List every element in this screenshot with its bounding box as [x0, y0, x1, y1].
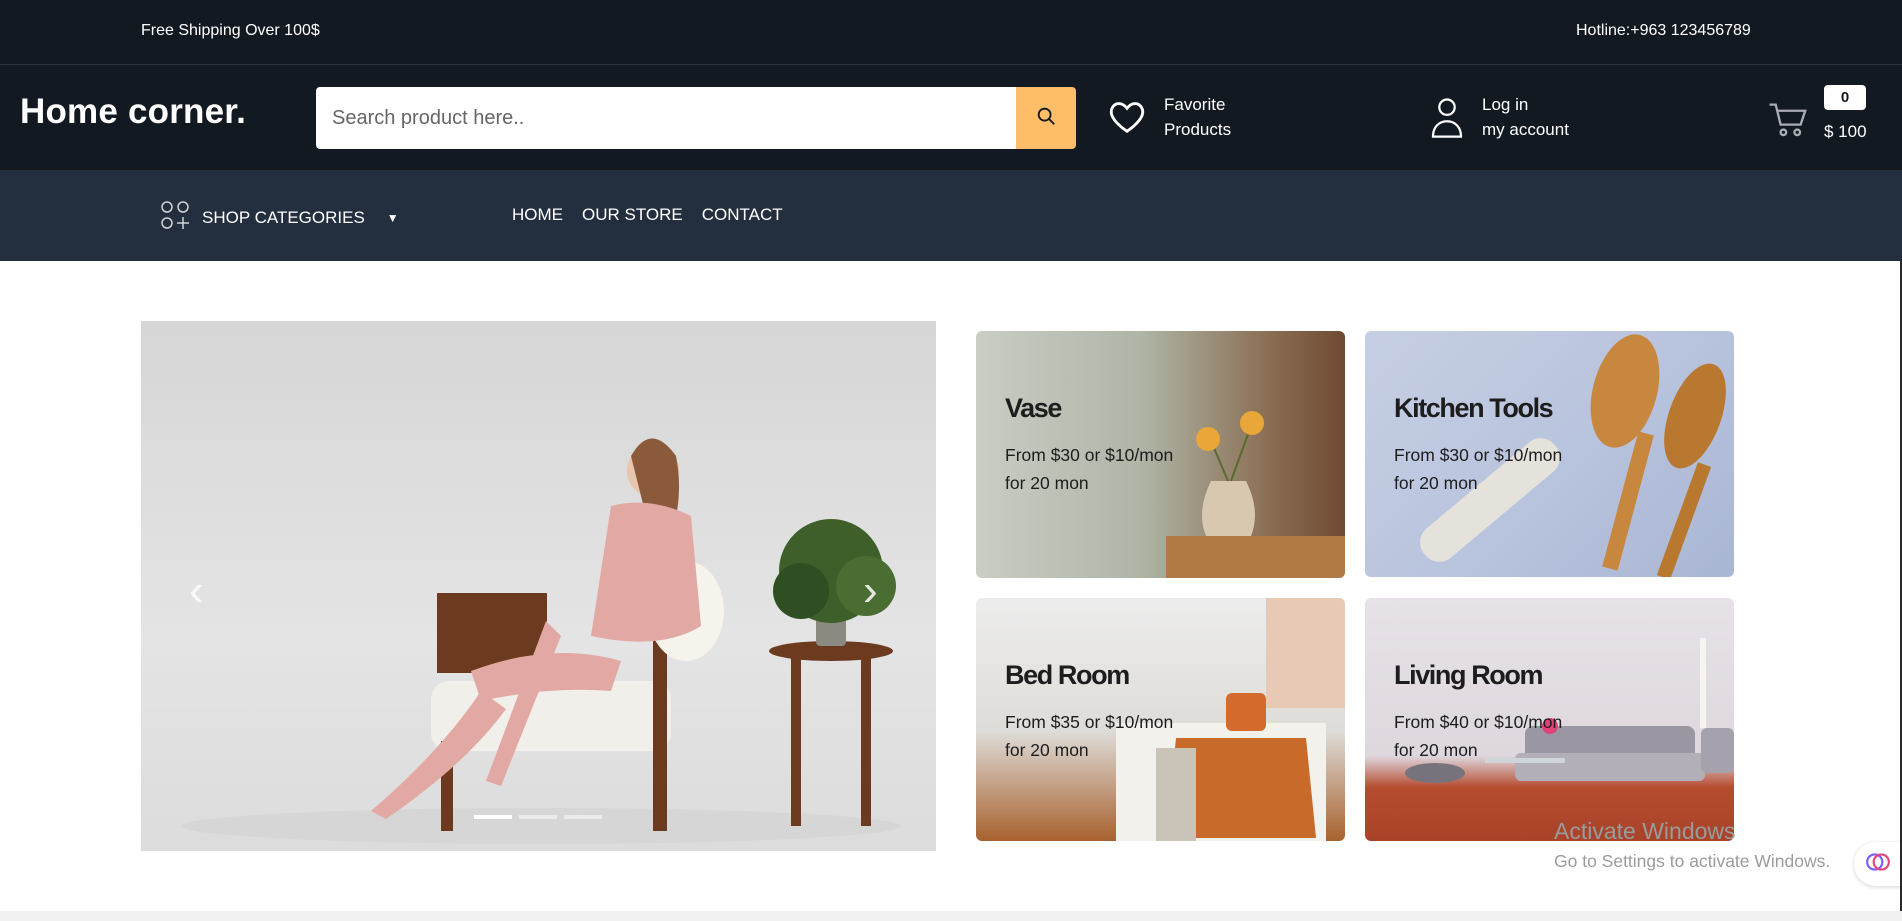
card-term-line: for 20 mon: [1005, 473, 1089, 493]
hero-image: [181, 438, 901, 844]
slider-dot[interactable]: [474, 815, 512, 819]
main-menu: HOME OUR STORE CONTACT: [512, 205, 783, 225]
login-account-link[interactable]: Log in my account: [1430, 92, 1569, 142]
favorite-label-line2: Products: [1164, 120, 1232, 139]
activate-windows-watermark: Activate Windows Go to Settings to activ…: [1554, 818, 1830, 872]
floating-assistant-button[interactable]: [1854, 842, 1902, 886]
page-bottom-strip: [0, 911, 1902, 921]
user-icon: [1430, 96, 1464, 138]
card-price-line: From $40 or $10/mon: [1394, 712, 1563, 732]
watermark-title: Activate Windows: [1554, 818, 1736, 844]
card-subtitle: From $30 or $10/mon for 20 mon: [1005, 441, 1225, 497]
card-term-line: for 20 mon: [1005, 740, 1089, 760]
nav-contact-link[interactable]: CONTACT: [702, 205, 783, 225]
main-header: Home corner. Favorite Products Log in my…: [0, 65, 1902, 170]
favorite-label-line1: Favorite: [1164, 95, 1226, 114]
search-bar: [316, 87, 1076, 149]
card-price-line: From $30 or $10/mon: [1394, 445, 1563, 465]
card-title: Living Room: [1394, 660, 1543, 690]
chevron-right-icon[interactable]: ›: [863, 566, 878, 616]
card-term-line: for 20 mon: [1394, 740, 1478, 760]
card-subtitle: From $35 or $10/mon for 20 mon: [1005, 708, 1225, 764]
top-bar: Free Shipping Over 100$ Hotline:+963 123…: [0, 0, 1902, 65]
hotline-text: Hotline:+963 123456789: [1576, 22, 1751, 39]
free-shipping-text: Free Shipping Over 100$: [141, 22, 320, 39]
search-input[interactable]: [316, 87, 1016, 149]
cart-total: $ 100: [1824, 122, 1867, 141]
category-card-vase[interactable]: Vase From $30 or $10/mon for 20 mon: [976, 331, 1345, 578]
search-icon: [1035, 105, 1057, 132]
category-card-bed-room[interactable]: Bed Room From $35 or $10/mon for 20 mon: [976, 598, 1345, 841]
slider-dots: [474, 815, 602, 819]
watermark-subtitle: Go to Settings to activate Windows.: [1554, 851, 1831, 871]
card-title: Kitchen Tools: [1394, 393, 1554, 423]
cart-icon: [1768, 101, 1808, 139]
heart-icon: [1108, 99, 1146, 135]
site-logo[interactable]: Home corner.: [20, 92, 246, 132]
hero-slider: ‹ ›: [141, 321, 936, 851]
card-title: Vase: [1005, 393, 1062, 423]
chevron-left-icon[interactable]: ‹: [189, 566, 204, 616]
card-subtitle: From $40 or $10/mon for 20 mon: [1394, 708, 1614, 764]
shop-categories-dropdown[interactable]: SHOP CATEGORIES ▼: [160, 200, 399, 235]
card-subtitle: From $30 or $10/mon for 20 mon: [1394, 441, 1614, 497]
card-title: Bed Room: [1005, 660, 1130, 690]
cart-count-badge: 0: [1824, 85, 1866, 110]
category-nav: SHOP CATEGORIES ▼ HOME OUR STORE CONTACT: [0, 170, 1902, 261]
category-card-living-room[interactable]: Living Room From $40 or $10/mon for 20 m…: [1365, 598, 1734, 841]
categories-icon: [160, 200, 190, 235]
search-button[interactable]: [1016, 87, 1076, 149]
nav-our-store-link[interactable]: OUR STORE: [582, 205, 683, 225]
nav-home-link[interactable]: HOME: [512, 205, 563, 225]
login-label-line1: Log in: [1482, 95, 1529, 114]
brain-icon: [1865, 849, 1891, 880]
login-label-line2: my account: [1482, 120, 1569, 139]
cart-link[interactable]: 0 $ 100: [1768, 85, 1867, 141]
favorite-products-link[interactable]: Favorite Products: [1108, 92, 1231, 142]
slider-dot[interactable]: [519, 815, 557, 819]
slider-dot[interactable]: [564, 815, 602, 819]
card-term-line: for 20 mon: [1394, 473, 1478, 493]
category-card-kitchen-tools[interactable]: Kitchen Tools From $30 or $10/mon for 20…: [1365, 331, 1734, 577]
card-price-line: From $30 or $10/mon: [1005, 445, 1174, 465]
shop-categories-label: SHOP CATEGORIES: [202, 207, 365, 227]
card-price-line: From $35 or $10/mon: [1005, 712, 1174, 732]
chevron-down-icon: ▼: [386, 210, 399, 225]
